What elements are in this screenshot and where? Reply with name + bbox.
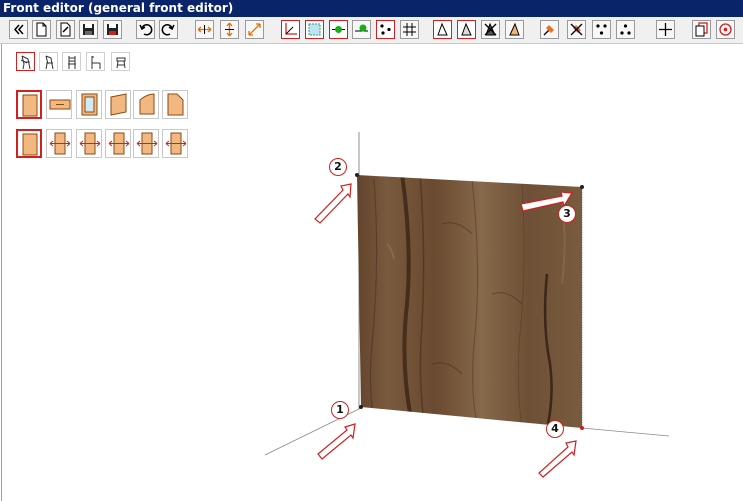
point-green-move-icon[interactable] <box>352 20 371 39</box>
resize-vertical-icon[interactable] <box>220 20 239 39</box>
window-title: Front editor (general front editor) <box>0 0 743 17</box>
callout-1: 1 <box>331 401 349 419</box>
undo-icon[interactable] <box>136 20 155 39</box>
point-green-icon[interactable] <box>329 20 348 39</box>
resize-horizontal-icon[interactable] <box>195 20 214 39</box>
callout-3: 3 <box>558 205 576 223</box>
arrow-2 <box>314 183 352 224</box>
three-dots-alt-icon[interactable] <box>616 20 635 39</box>
3d-scene <box>264 132 670 478</box>
resize-diagonal-icon[interactable] <box>245 20 264 39</box>
redo-icon[interactable] <box>159 20 178 39</box>
four-points-icon[interactable] <box>376 20 395 39</box>
callout-4: 4 <box>546 420 564 438</box>
grid-point-icon[interactable] <box>400 20 419 39</box>
three-dots-icon[interactable] <box>592 20 611 39</box>
callout-2: 2 <box>329 158 347 176</box>
arrow-1 <box>317 423 356 460</box>
edit-document-icon[interactable] <box>56 20 75 39</box>
save-icon[interactable] <box>79 20 98 39</box>
pin-orange-icon[interactable] <box>540 20 559 39</box>
triangle-orange-icon[interactable] <box>505 20 524 39</box>
arrow-4 <box>538 440 577 478</box>
pin-cross-icon[interactable] <box>567 20 586 39</box>
new-document-icon[interactable] <box>32 20 51 39</box>
triangle-filled-icon[interactable] <box>457 20 476 39</box>
save-as-icon[interactable] <box>103 20 122 39</box>
3d-viewport[interactable]: 1 2 3 4 <box>1 44 743 501</box>
wood-panel <box>357 175 582 428</box>
main-toolbar <box>0 17 743 44</box>
select-area-icon[interactable] <box>305 20 324 39</box>
axis-corner-icon[interactable] <box>281 20 300 39</box>
triangle-outline-icon[interactable] <box>433 20 452 39</box>
target-icon[interactable] <box>716 20 735 39</box>
copy-red-icon[interactable] <box>692 20 711 39</box>
collapse-icon[interactable] <box>9 20 28 39</box>
triangle-cross-icon[interactable] <box>481 20 500 39</box>
crosshair-icon[interactable] <box>656 20 675 39</box>
axis-right <box>581 427 670 437</box>
